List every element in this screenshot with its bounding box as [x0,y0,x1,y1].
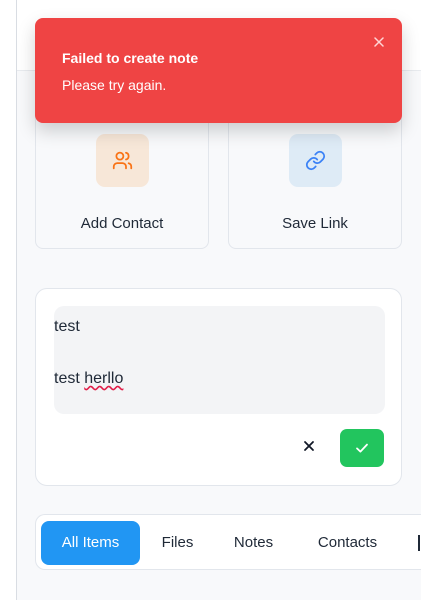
note-text-line: test [54,370,85,387]
add-contact-label: Add Contact [80,215,164,232]
tab-notes[interactable]: Notes [224,521,283,565]
save-link-label: Save Link [282,215,348,232]
tab-overflow-partial[interactable] [418,535,420,551]
toast-message: Please try again. [62,77,167,93]
add-contact-button[interactable]: Add Contact [35,103,209,249]
note-blank-line [54,340,385,366]
link-icon [305,150,326,171]
contact-icon-tile [96,134,149,187]
check-icon [356,443,368,453]
close-icon[interactable] [372,35,386,49]
note-textarea[interactable]: test test herllo [54,306,385,414]
tab-all-items[interactable]: All Items [41,521,140,565]
error-toast: Failed to create note Please try again. [35,18,402,123]
item-filter-tabs: All Items Files Notes Contacts [35,514,421,570]
misspelled-word: herllo [84,370,124,387]
note-composer: test test herllo [35,288,402,486]
save-note-button[interactable] [340,429,384,467]
note-line: test herllo [54,366,385,392]
tab-contacts[interactable]: Contacts [306,521,389,565]
note-line: test [54,314,385,340]
close-icon [304,441,314,451]
users-icon [112,151,133,170]
tab-files[interactable]: Files [151,521,204,565]
cancel-note-button[interactable] [298,435,320,457]
link-icon-tile [289,134,342,187]
save-link-button[interactable]: Save Link [228,103,402,249]
toast-title: Failed to create note [62,50,199,66]
note-text-line: test [54,318,80,335]
